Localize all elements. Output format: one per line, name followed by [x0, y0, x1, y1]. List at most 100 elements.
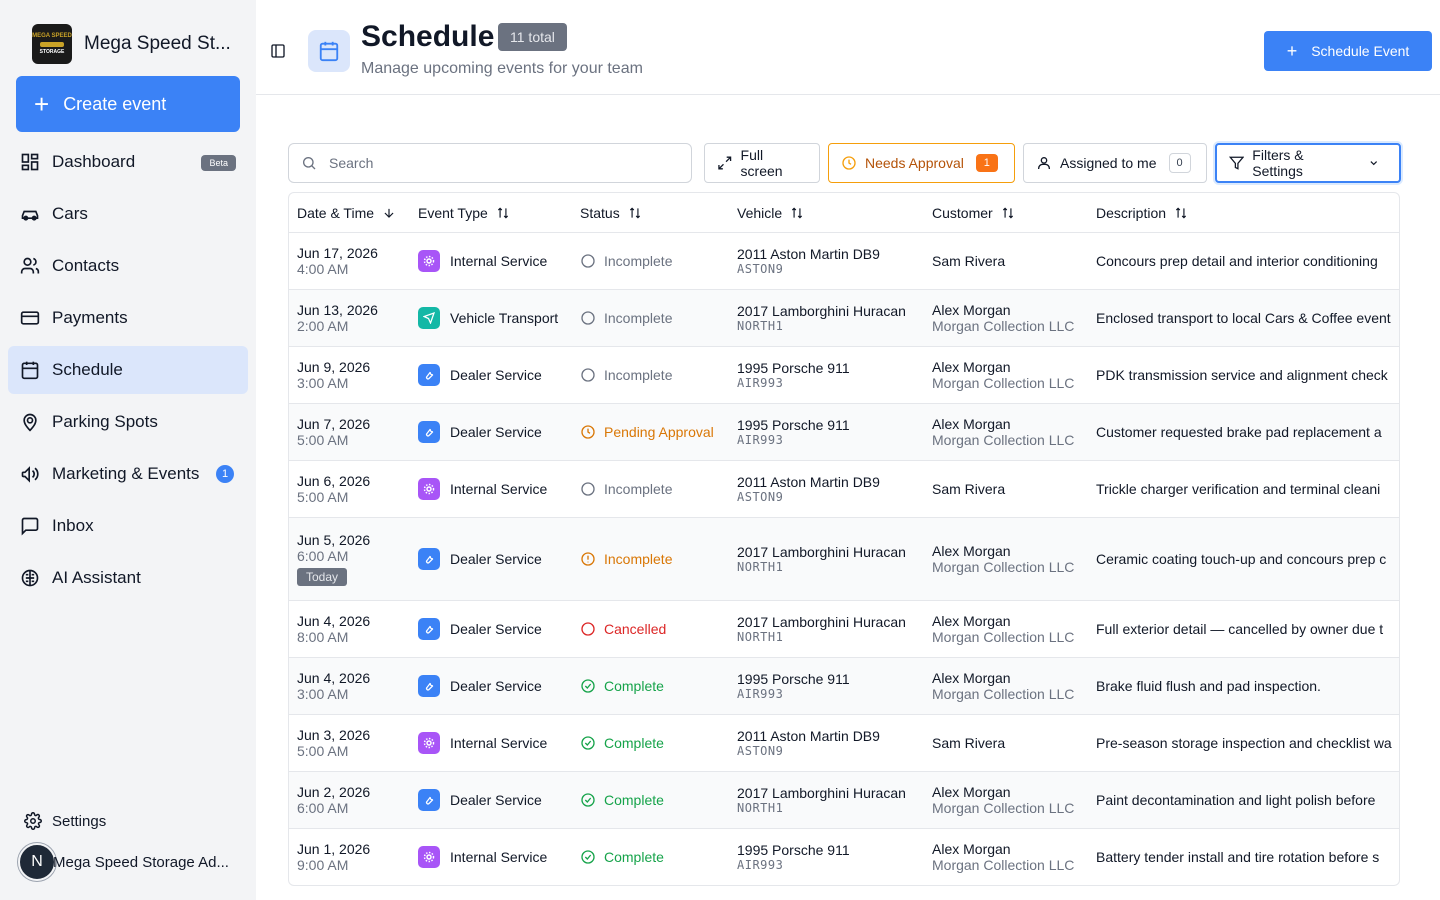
wrench-icon: [418, 675, 440, 697]
user-menu[interactable]: N Mega Speed Storage Ad...: [18, 843, 229, 881]
sidebar-item-dashboard[interactable]: Dashboard Beta: [8, 138, 248, 186]
event-type-cell: Dealer Service: [418, 404, 542, 460]
customer-cell: Alex Morgan Morgan Collection LLC: [932, 404, 1074, 460]
table-row[interactable]: Jun 1, 2026 9:00 AM Internal Service Com…: [289, 829, 1399, 885]
table-row[interactable]: Jun 7, 2026 5:00 AM Dealer Service Pendi…: [289, 404, 1399, 461]
event-date: Jun 3, 2026: [297, 727, 371, 743]
status-badge: Incomplete: [604, 310, 673, 326]
event-type-cell: Vehicle Transport: [418, 290, 558, 346]
clock-icon: [842, 156, 856, 170]
vehicle-cell: 2017 Lamborghini Huracan NORTH1: [737, 518, 906, 600]
vehicle-name: 2017 Lamborghini Huracan: [737, 303, 906, 319]
gear-icon: [418, 250, 440, 272]
column-vehicle[interactable]: Vehicle: [737, 205, 804, 221]
status-cell: Incomplete: [580, 347, 672, 403]
event-type-cell: Dealer Service: [418, 601, 542, 657]
vehicle-plate: AIR993: [737, 376, 784, 390]
event-type: Dealer Service: [450, 551, 542, 567]
credit-card-icon: [20, 311, 40, 325]
page-header: Schedule 11 total Manage upcoming events…: [256, 8, 1440, 95]
event-type: Vehicle Transport: [450, 310, 559, 326]
column-date-time[interactable]: Date & Time: [297, 205, 396, 221]
search-input[interactable]: [329, 155, 669, 171]
event-type-cell: Internal Service: [418, 715, 547, 771]
status-badge: Complete: [604, 678, 664, 694]
date-time-cell: Jun 2, 2026 6:00 AM: [297, 772, 370, 828]
needs-approval-button[interactable]: Needs Approval 1: [828, 143, 1015, 183]
status-cell: Complete: [580, 658, 664, 714]
table-row[interactable]: Jun 4, 2026 8:00 AM Dealer Service Cance…: [289, 601, 1399, 658]
event-type-cell: Internal Service: [418, 829, 547, 885]
needs-approval-count: 1: [975, 154, 998, 172]
sidebar-item-marketing-events[interactable]: Marketing & Events 1: [8, 450, 248, 498]
clock-icon: [580, 424, 604, 440]
status-badge: Cancelled: [604, 621, 667, 637]
calendar-icon: [319, 41, 339, 62]
needs-approval-label: Needs Approval: [865, 155, 964, 171]
wrench-icon: [418, 548, 440, 570]
customer-name: Alex Morgan: [932, 302, 1011, 318]
table-row[interactable]: Jun 9, 2026 3:00 AM Dealer Service Incom…: [289, 347, 1399, 404]
sidebar-item-ai-assistant[interactable]: AI Assistant: [8, 554, 248, 602]
customer-name: Alex Morgan: [932, 613, 1011, 629]
create-event-button[interactable]: + Create event: [16, 76, 240, 132]
customer-cell: Alex Morgan Morgan Collection LLC: [932, 601, 1074, 657]
customer-name: Alex Morgan: [932, 416, 1011, 432]
schedule-event-button[interactable]: + Schedule Event: [1264, 31, 1432, 71]
beta-badge: Beta: [201, 155, 236, 171]
column-description[interactable]: Description: [1096, 205, 1188, 221]
customer-cell: Sam Rivera: [932, 233, 1005, 289]
vehicle-plate: ASTON9: [737, 744, 784, 758]
sidebar-item-contacts[interactable]: Contacts: [8, 242, 248, 290]
event-time: 5:00 AM: [297, 432, 349, 448]
brand[interactable]: MEGA SPEED STORAGE Mega Speed St...: [32, 24, 231, 64]
table-row[interactable]: Jun 17, 2026 4:00 AM Internal Service In…: [289, 233, 1399, 290]
customer-name: Alex Morgan: [932, 543, 1011, 559]
customer-company: Morgan Collection LLC: [932, 629, 1075, 645]
table-row[interactable]: Jun 6, 2026 5:00 AM Internal Service Inc…: [289, 461, 1399, 518]
vehicle-name: 2017 Lamborghini Huracan: [737, 785, 906, 801]
table-row[interactable]: Jun 2, 2026 6:00 AM Dealer Service Compl…: [289, 772, 1399, 829]
gear-icon: [418, 846, 440, 868]
column-customer[interactable]: Customer: [932, 205, 1015, 221]
user-name: Mega Speed Storage Ad...: [53, 853, 229, 871]
filters-label: Filters & Settings: [1252, 147, 1304, 179]
customer-cell: Alex Morgan Morgan Collection LLC: [932, 290, 1074, 346]
sort-icon: [1002, 207, 1013, 218]
table-row[interactable]: Jun 5, 2026 6:00 AM Today Dealer Service…: [289, 518, 1399, 601]
schedule-event-label: Schedule Event: [1311, 43, 1410, 59]
sidebar-toggle-icon[interactable]: [270, 43, 286, 59]
status-badge: Incomplete: [604, 253, 673, 269]
sidebar-item-label: Inbox: [52, 516, 94, 535]
sidebar-item-label: Contacts: [52, 256, 120, 275]
settings-link[interactable]: Settings: [24, 812, 106, 830]
table-row[interactable]: Jun 4, 2026 3:00 AM Dealer Service Compl…: [289, 658, 1399, 715]
description-cell: Brake fluid flush and pad inspection.: [1096, 658, 1399, 714]
full-screen-button[interactable]: Full screen: [704, 143, 820, 183]
description-cell: Trickle charger verification and termina…: [1096, 461, 1399, 517]
description-cell: Pre-season storage inspection and checkl…: [1096, 715, 1399, 771]
filters-settings-button[interactable]: Filters & Settings: [1215, 143, 1401, 183]
column-event-type[interactable]: Event Type: [418, 205, 510, 221]
column-status[interactable]: Status: [580, 205, 642, 221]
table-row[interactable]: Jun 3, 2026 5:00 AM Internal Service Com…: [289, 715, 1399, 772]
status-cell: Complete: [580, 829, 664, 885]
vehicle-name: 2017 Lamborghini Huracan: [737, 544, 906, 560]
vehicle-plate: NORTH1: [737, 560, 784, 574]
vehicle-plate: NORTH1: [737, 801, 784, 815]
sidebar-item-parking-spots[interactable]: Parking Spots: [8, 398, 248, 446]
vehicle-name: 1995 Porsche 911: [737, 417, 850, 433]
sidebar-item-label: AI Assistant: [52, 568, 141, 587]
sidebar-item-label: Parking Spots: [52, 412, 158, 431]
table-header: Date & Time Event Type Status Vehicle Cu…: [289, 193, 1399, 233]
assigned-to-me-button[interactable]: Assigned to me 0: [1023, 143, 1207, 183]
date-time-cell: Jun 5, 2026 6:00 AM Today: [297, 518, 370, 600]
circle-icon: [580, 481, 604, 497]
vehicle-plate: AIR993: [737, 858, 784, 872]
table-row[interactable]: Jun 13, 2026 2:00 AM Vehicle Transport I…: [289, 290, 1399, 347]
search-box[interactable]: [288, 143, 692, 183]
sidebar-item-cars[interactable]: Cars: [8, 190, 248, 238]
sidebar-item-inbox[interactable]: Inbox: [8, 502, 248, 550]
sidebar-item-schedule[interactable]: Schedule: [8, 346, 248, 394]
sidebar-item-payments[interactable]: Payments: [8, 294, 248, 342]
